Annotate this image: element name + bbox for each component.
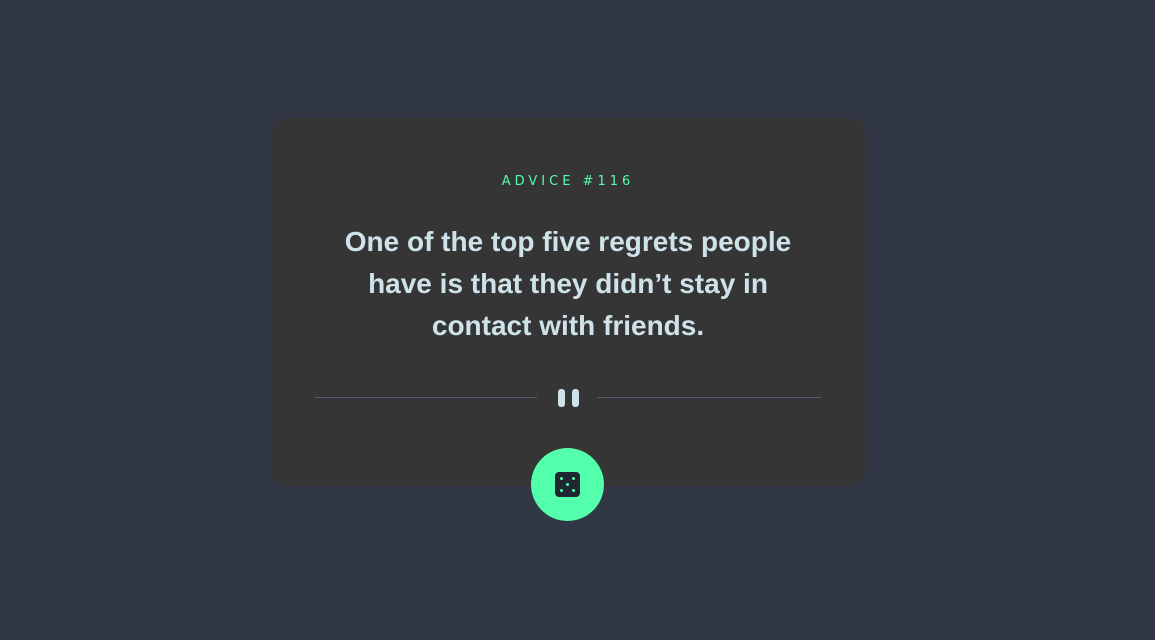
divider-line-left bbox=[315, 397, 537, 398]
advice-card: ADVICE #116 One of the top five regrets … bbox=[271, 118, 865, 486]
pattern-divider bbox=[315, 388, 821, 408]
new-advice-button[interactable] bbox=[531, 448, 604, 521]
advice-quote: One of the top five regrets people have … bbox=[344, 226, 792, 341]
advice-label: ADVICE #116 bbox=[501, 174, 635, 189]
dice-icon bbox=[555, 472, 580, 497]
pause-icon bbox=[556, 388, 582, 408]
divider-line-right bbox=[597, 397, 821, 398]
